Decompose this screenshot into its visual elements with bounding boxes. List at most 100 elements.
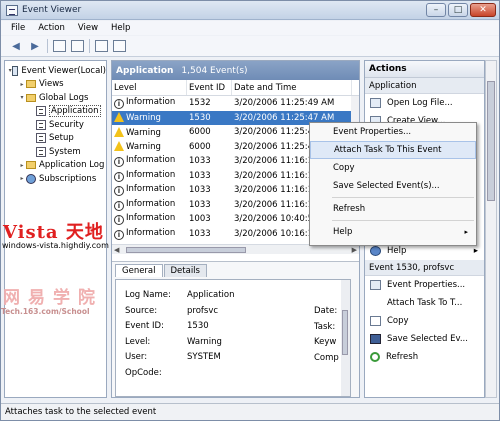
scroll-left-icon[interactable]: ◀ (114, 246, 119, 254)
event-id-cell: 1033 (189, 228, 211, 239)
actions-vertical-scrollbar[interactable] (485, 60, 497, 398)
scroll-right-icon[interactable]: ▶ (352, 246, 357, 254)
tree-item-label: Security (49, 119, 84, 130)
action-open-log-file[interactable]: Open Log File... (365, 94, 484, 112)
action-save-selected-ev[interactable]: Save Selected Ev... (365, 330, 484, 348)
folder-up-icon[interactable] (53, 40, 66, 52)
tree-item-global-logs[interactable]: ▾ Global Logs (8, 91, 106, 105)
tree-item-setup[interactable]: Setup (8, 132, 106, 146)
collapse-icon[interactable]: ▾ (18, 94, 26, 101)
column-event-id[interactable]: Event ID (187, 80, 232, 95)
expand-icon[interactable]: ▸ (18, 81, 26, 88)
detail-field-value: profsvc (187, 305, 219, 316)
action-copy[interactable]: Copy (365, 312, 484, 330)
detail-vertical-scrollbar[interactable] (341, 280, 350, 396)
expand-icon[interactable]: ▸ (18, 162, 26, 169)
chevron-right-icon: ▸ (473, 246, 478, 256)
context-menu-label: Event Properties... (333, 127, 412, 137)
toolbar: ◀ ▶ (1, 36, 499, 57)
tree-item-subscriptions[interactable]: ▸ Subscriptions (8, 172, 106, 186)
show-hide-tree-icon[interactable] (71, 40, 84, 52)
context-menu-item-event-properties[interactable]: Event Properties... (310, 123, 476, 141)
action-label: Attach Task To T... (387, 298, 463, 308)
context-menu-item-save-selected-event-s[interactable]: Save Selected Event(s)... (310, 177, 476, 195)
context-menu-item-copy[interactable]: Copy (310, 159, 476, 177)
scroll-thumb[interactable] (487, 81, 495, 201)
event-level-cell: i Information (112, 97, 187, 110)
detail-field-row: OpCode: (125, 368, 187, 378)
context-menu-label: Refresh (333, 204, 366, 214)
event-detail-pane: General Details Log Name: Application Sour… (112, 261, 359, 397)
context-menu-item-attach-task-to-this-event[interactable]: Attach Task To This Event (310, 141, 476, 159)
window-title: Event Viewer (22, 5, 82, 15)
expand-icon[interactable]: ▸ (18, 175, 26, 182)
help-icon (370, 246, 381, 256)
tree-item-security[interactable]: Security (8, 118, 106, 132)
tree-item-label: Setup (49, 133, 74, 144)
event-row[interactable]: i Information 1532 3/20/2006 11:25:49 AM (112, 96, 359, 111)
menu-file[interactable]: File (11, 23, 25, 33)
actions-group-application[interactable]: Application (365, 78, 484, 94)
menu-action[interactable]: Action (38, 23, 65, 33)
column-date-time[interactable]: Date and Time (232, 80, 352, 95)
tree-item-system[interactable]: System (8, 145, 106, 159)
tree-item-views[interactable]: ▸ Views (8, 78, 106, 92)
save-icon (370, 334, 381, 344)
tree-item-application-log[interactable]: ▸ Application Log (8, 159, 106, 173)
context-menu-item-help[interactable]: Help ▸ (310, 223, 476, 241)
column-level[interactable]: Level (112, 80, 187, 95)
tab-general[interactable]: General (115, 264, 163, 277)
scroll-thumb[interactable] (126, 247, 246, 253)
help-icon[interactable] (95, 40, 108, 52)
event-id-cell: 6000 (189, 141, 211, 152)
actions-group-event[interactable]: Event 1530, profsvc (365, 260, 484, 276)
back-arrow-icon[interactable]: ◀ (9, 39, 23, 53)
event-level-cell: i Information (112, 228, 187, 240)
detail-field-label: Log Name: (125, 290, 171, 300)
action-event-properties[interactable]: Event Properties... (365, 276, 484, 294)
watermark-netease-url: Tech.163.com/School (1, 307, 90, 316)
actions-header: Actions (365, 61, 484, 78)
event-level-text: Warning (126, 113, 161, 124)
action-label: Refresh (386, 352, 419, 362)
event-id-cell: 1033 (189, 185, 211, 196)
caption-buttons: – □ ✕ (426, 3, 496, 17)
forward-arrow-icon[interactable]: ▶ (28, 39, 42, 53)
context-menu-label: Attach Task To This Event (334, 145, 442, 155)
detail-field-row: User: SYSTEM (125, 352, 221, 362)
information-icon: i (114, 200, 124, 211)
tab-details[interactable]: Details (163, 264, 207, 277)
menu-view[interactable]: View (78, 23, 98, 33)
tree-item-label: Subscriptions (39, 173, 97, 184)
tree-item-label: Global Logs (39, 92, 89, 103)
detail-right-label: Comp (314, 352, 339, 363)
event-level-cell: i Information (112, 155, 187, 168)
information-icon: i (114, 157, 124, 168)
event-level-cell: Warning (112, 141, 187, 152)
event-level-cell: i Information (112, 213, 187, 226)
tree-item-event-viewer-local-[interactable]: ▾ Event Viewer(Local) (8, 64, 106, 78)
context-menu-label: Copy (333, 163, 355, 173)
properties-icon[interactable] (113, 40, 126, 52)
general-tab-body: Log Name: Application Source: profsvc Event … (115, 279, 351, 397)
tree-item-application[interactable]: Application (8, 105, 106, 119)
log-icon (36, 106, 46, 117)
menu-help[interactable]: Help (111, 23, 130, 33)
event-viewer-app-icon (6, 4, 18, 16)
event-level-text: Information (126, 213, 176, 224)
event-count: 1,504 Event(s) (181, 65, 248, 76)
action-refresh[interactable]: Refresh (365, 348, 484, 366)
event-level-text: Information (126, 227, 176, 238)
maximize-button[interactable]: □ (448, 3, 468, 17)
scroll-thumb[interactable] (342, 310, 348, 355)
close-button[interactable]: ✕ (470, 3, 496, 17)
detail-field-value: Warning (187, 336, 222, 347)
action-attach-task-to-t[interactable]: Attach Task To T... (365, 294, 484, 312)
context-menu-item-refresh[interactable]: Refresh (310, 200, 476, 218)
detail-field-row: Source: profsvc (125, 306, 218, 316)
information-icon: i (114, 186, 124, 197)
event-viewer-window: Event Viewer – □ ✕ File Action View Help… (0, 0, 500, 421)
minimize-button[interactable]: – (426, 3, 446, 17)
detail-field-label: Event ID: (125, 321, 164, 331)
folder-icon (26, 80, 36, 89)
